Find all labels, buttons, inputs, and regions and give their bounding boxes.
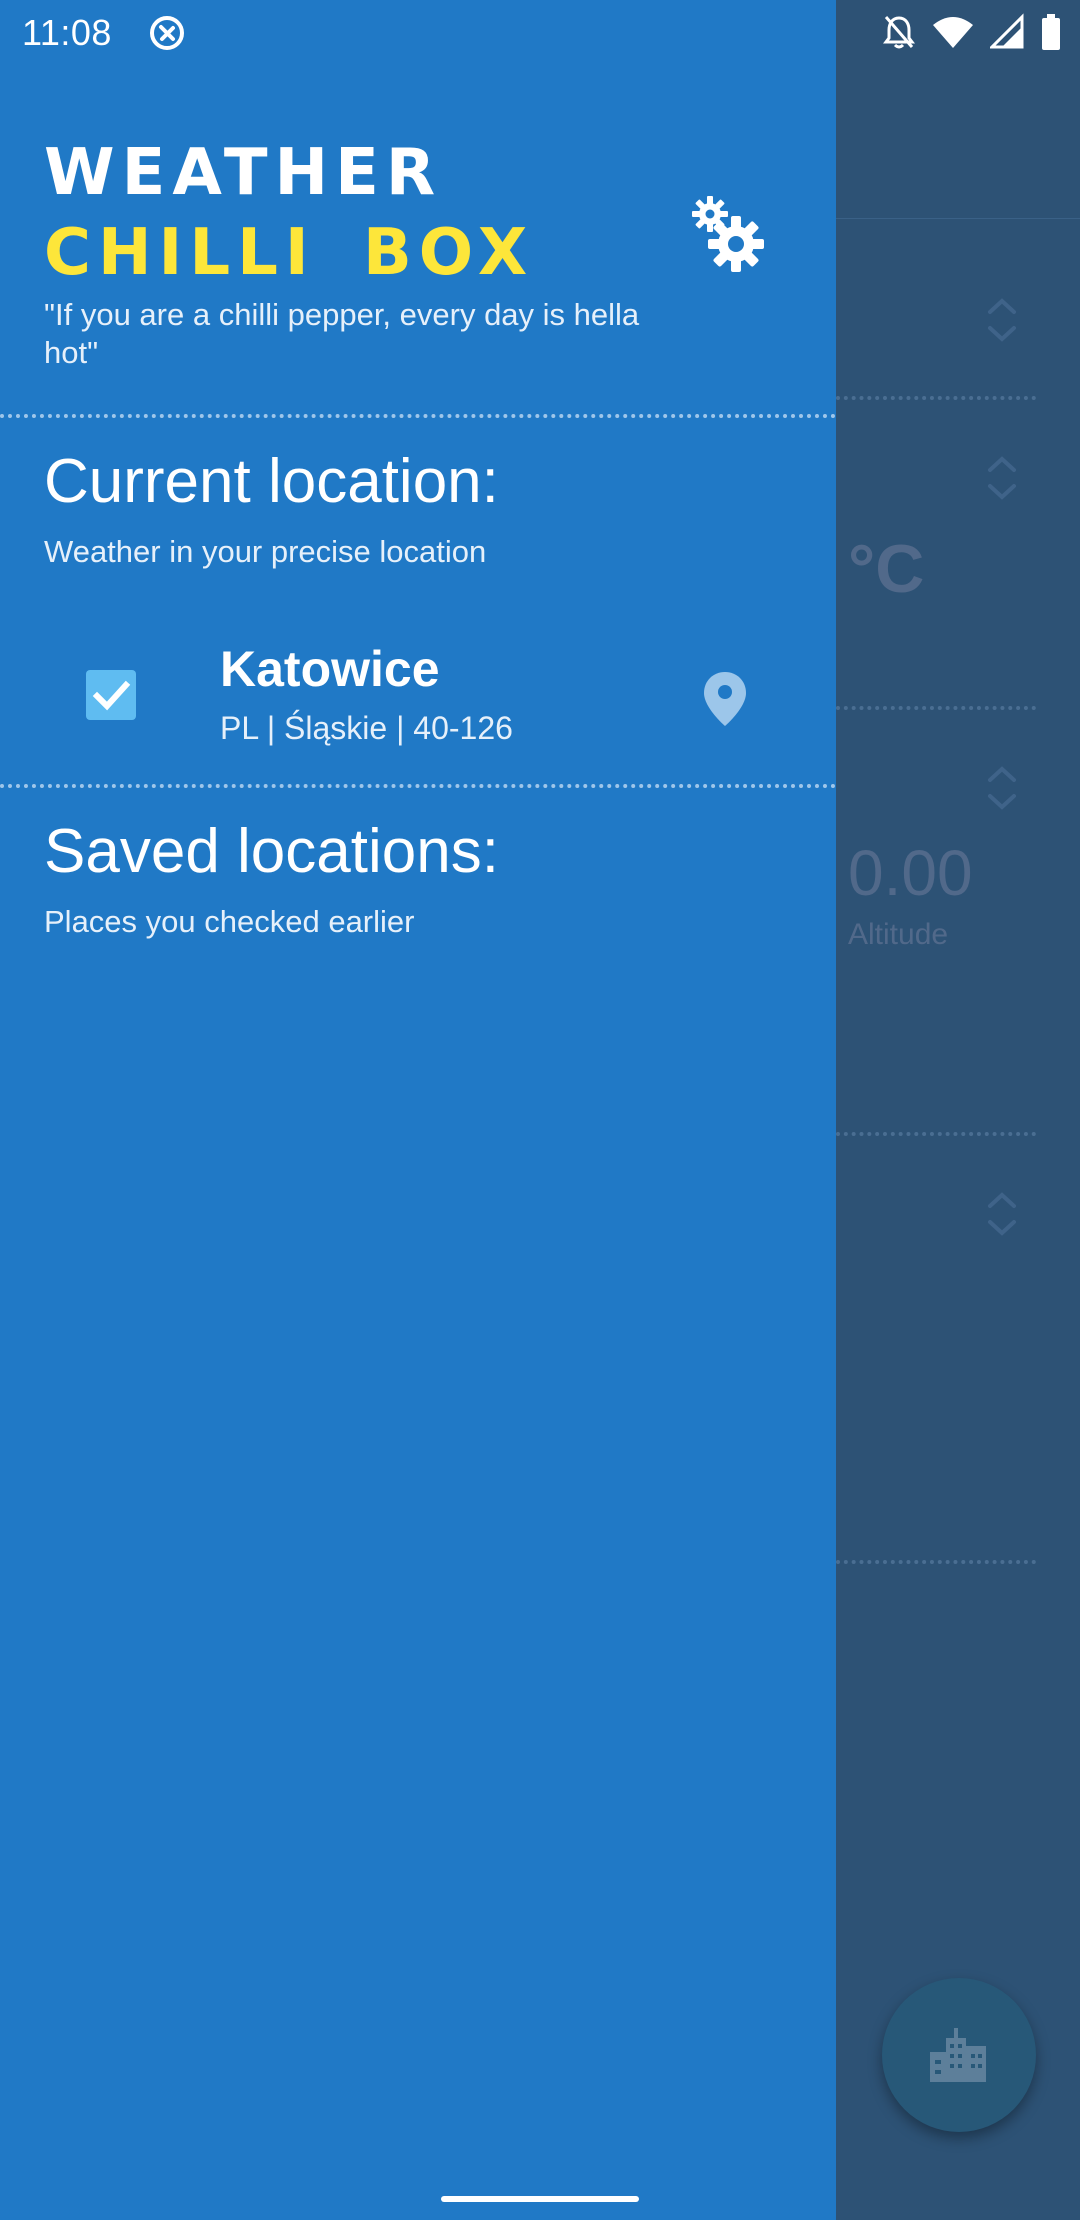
expand-chevron-icon xyxy=(985,292,1019,348)
altitude-value: 0.00 xyxy=(848,837,973,909)
cell-signal-icon xyxy=(990,13,1024,49)
status-bar: 11:08 xyxy=(0,0,1080,66)
section-divider xyxy=(0,784,836,788)
expand-chevron-icon xyxy=(985,450,1019,506)
check-icon xyxy=(92,680,131,711)
current-location-title: Current location: xyxy=(44,447,499,516)
city-icon xyxy=(930,2028,986,2082)
location-pin-icon xyxy=(704,672,746,726)
navigation-drawer: WEATHER CHILLI BOX "If you are a chilli … xyxy=(0,0,836,2220)
gesture-nav-handle[interactable] xyxy=(441,2196,639,2202)
status-time: 11:08 xyxy=(22,12,112,53)
location-pin-button[interactable] xyxy=(700,670,750,728)
temperature-unit: °C xyxy=(848,531,925,607)
city-fab-button[interactable] xyxy=(882,1978,1036,2132)
expand-chevron-icon xyxy=(985,1186,1019,1242)
location-checkbox[interactable] xyxy=(86,670,136,720)
background-divider xyxy=(836,1132,1036,1136)
current-location-item[interactable]: Katowice PL | Śląskie | 40-126 xyxy=(0,620,836,770)
background-divider xyxy=(836,1560,1036,1564)
saved-locations-title: Saved locations: xyxy=(44,817,499,886)
location-detail: PL | Śląskie | 40-126 xyxy=(220,710,513,746)
current-location-subtitle: Weather in your precise location xyxy=(44,534,487,569)
background-divider xyxy=(836,396,1036,400)
battery-icon xyxy=(1042,14,1060,50)
background-divider xyxy=(836,706,1036,710)
location-name: Katowice xyxy=(220,641,440,697)
expand-chevron-icon xyxy=(985,760,1019,816)
app-title-line2: CHILLI BOX xyxy=(44,216,535,290)
header-divider xyxy=(0,414,836,418)
altitude-label: Altitude xyxy=(848,918,949,951)
settings-gears-icon xyxy=(692,196,764,272)
saved-locations-subtitle: Places you checked earlier xyxy=(44,904,415,939)
wifi-icon xyxy=(933,17,973,48)
bell-off-icon xyxy=(883,16,915,49)
app-title-line1: WEATHER xyxy=(44,136,443,210)
settings-button[interactable] xyxy=(684,190,770,276)
background-toolbar-divider xyxy=(836,218,1080,219)
app-tagline: "If you are a chilli pepper, every day i… xyxy=(44,297,640,370)
app-status-icon xyxy=(150,16,184,50)
status-icons xyxy=(882,12,1062,52)
